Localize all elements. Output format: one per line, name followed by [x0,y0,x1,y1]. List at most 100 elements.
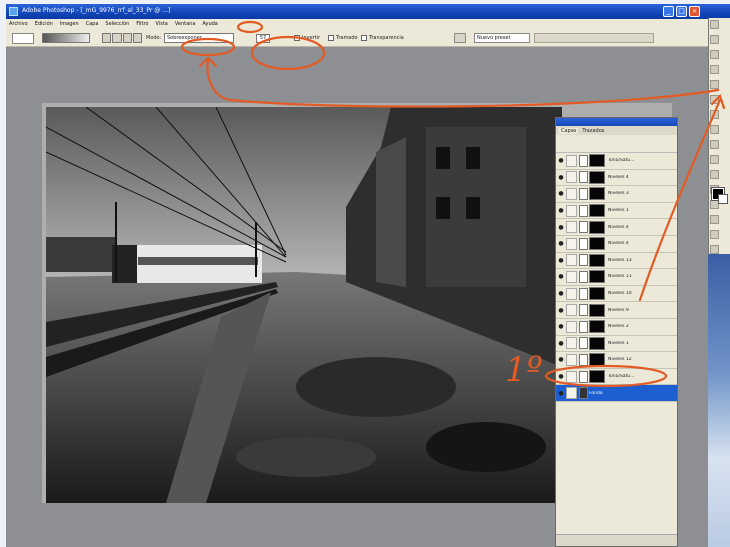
link-icon[interactable] [566,187,577,200]
gradient-picker[interactable] [42,33,90,43]
menu-archivo[interactable]: Archivo [9,21,28,27]
layer-row[interactable]: ● Niveles 13 [556,252,677,270]
layers-panel: Capas Trazados ● Tono/Satu... ● Niveles 4 ● N… [555,117,678,547]
menu-ayuda[interactable]: Ayuda [202,21,217,27]
eye-icon[interactable]: ● [556,340,566,347]
blend-mode-select[interactable]: Sobreexponer [164,33,234,43]
link-icon[interactable] [566,204,577,217]
eye-icon[interactable]: ● [556,174,566,181]
layer-row[interactable]: ● Niveles 9 [556,302,677,319]
wand-tool-icon[interactable] [710,65,719,74]
brush-tool-icon[interactable] [710,125,719,134]
layer-row[interactable]: ● Niveles 11 [556,269,677,286]
history-brush-icon[interactable] [710,155,719,164]
minimize-button[interactable]: _ [663,6,674,17]
layer-row[interactable]: ● Niveles 4 [556,169,677,187]
adjustment-icon [579,221,588,234]
eye-icon[interactable]: ● [556,356,566,363]
slice-tool-icon[interactable] [710,95,719,104]
layer-row[interactable]: ● Niveles 3 [556,186,677,203]
tab-trazados[interactable]: Trazados [582,128,604,134]
menu-bar: Archivo Edición Imagen Capa Selección Fi… [6,19,730,29]
adjustment-icon [579,270,588,283]
dither-checkbox[interactable]: Tramado [328,33,358,43]
link-icon[interactable] [566,353,577,366]
layer-row[interactable]: ● Niveles 12 [556,352,677,369]
layer-row[interactable]: ● Niveles 1 [556,335,677,353]
layer-name: Niveles 3 [608,191,629,197]
eye-icon[interactable]: ● [556,240,566,247]
crop-tool-icon[interactable] [710,80,719,89]
menu-imagen[interactable]: Imagen [60,21,79,27]
eye-icon[interactable]: ● [556,307,566,314]
menu-seleccion[interactable]: Selección [105,21,129,27]
radial-gradient-button[interactable] [112,33,122,43]
transparency-checkbox[interactable]: Transparencia [361,33,404,43]
link-icon[interactable] [566,254,577,267]
path-tool-icon[interactable] [710,230,719,239]
move-tool-icon[interactable] [710,20,719,29]
layer-row[interactable]: ● Fondo [556,385,677,402]
layer-row[interactable]: ● Niveles 2 [556,318,677,336]
tool-preset-picker[interactable] [12,33,34,44]
healing-tool-icon[interactable] [710,110,719,119]
close-button[interactable]: × [689,6,700,17]
menu-edicion[interactable]: Edición [35,21,53,27]
menu-filtro[interactable]: Filtro [136,21,148,27]
reflected-gradient-button[interactable] [132,33,142,43]
eraser-tool-icon[interactable] [710,170,719,179]
layers-panel-titlebar[interactable] [556,118,677,126]
layer-row[interactable]: ● Niveles 4 [556,219,677,236]
lasso-tool-icon[interactable] [710,50,719,59]
link-icon[interactable] [566,387,577,400]
stamp-tool-icon[interactable] [710,140,719,149]
menu-capa[interactable]: Capa [86,21,99,27]
brush-icon[interactable] [454,33,466,43]
marquee-tool-icon[interactable] [710,35,719,44]
menu-ventana[interactable]: Ventana [175,21,196,27]
eye-icon[interactable]: ● [556,290,566,297]
menu-vista[interactable]: Vista [156,21,168,27]
eye-icon[interactable]: ● [556,224,566,231]
gradient-type-buttons [102,33,142,43]
link-icon[interactable] [566,287,577,300]
link-icon[interactable] [566,154,577,167]
background-color-swatch[interactable] [718,194,728,204]
maximize-button[interactable]: □ [676,6,687,17]
transparency-label: Transparencia [369,35,404,41]
eye-icon[interactable]: ● [556,257,566,264]
layer-name: Niveles 11 [608,274,632,280]
layer-mask-thumbnail [589,336,605,350]
linear-gradient-button[interactable] [102,33,112,43]
layer-row[interactable]: ● Tono/Satu... [556,153,677,170]
layer-row[interactable]: ● Niveles 4 [556,235,677,253]
layer-row[interactable]: ● Niveles 10 [556,285,677,303]
link-icon[interactable] [566,320,577,333]
eye-icon[interactable]: ● [556,373,566,380]
link-icon[interactable] [566,304,577,317]
eye-icon[interactable]: ● [556,273,566,280]
link-icon[interactable] [566,270,577,283]
layer-row[interactable]: ● Tono/Satu... [556,368,677,386]
link-icon[interactable] [566,370,577,383]
type-tool-icon[interactable] [710,245,719,254]
link-icon[interactable] [566,171,577,184]
layer-mask-thumbnail [589,187,605,201]
layer-list: ● Tono/Satu... ● Niveles 4 ● Niveles 3 ● Nivele… [556,153,677,402]
dodge-tool-icon[interactable] [710,215,719,224]
link-icon[interactable] [566,237,577,250]
preset-field[interactable]: Nuevo preset [474,33,530,43]
layer-row[interactable]: ● Niveles 1 [556,202,677,220]
opacity-input[interactable]: 57 [256,33,270,43]
angle-gradient-button[interactable] [122,33,132,43]
tab-capas[interactable]: Capas [559,127,579,134]
eye-icon[interactable]: ● [556,323,566,330]
link-icon[interactable] [566,221,577,234]
eye-icon[interactable]: ● [556,190,566,197]
railway-photo[interactable] [46,107,562,503]
eye-icon[interactable]: ● [556,157,566,164]
link-icon[interactable] [566,337,577,350]
eye-icon[interactable]: ● [556,390,566,397]
eye-icon[interactable]: ● [556,207,566,214]
invert-checkbox[interactable]: Invertir [294,33,320,43]
